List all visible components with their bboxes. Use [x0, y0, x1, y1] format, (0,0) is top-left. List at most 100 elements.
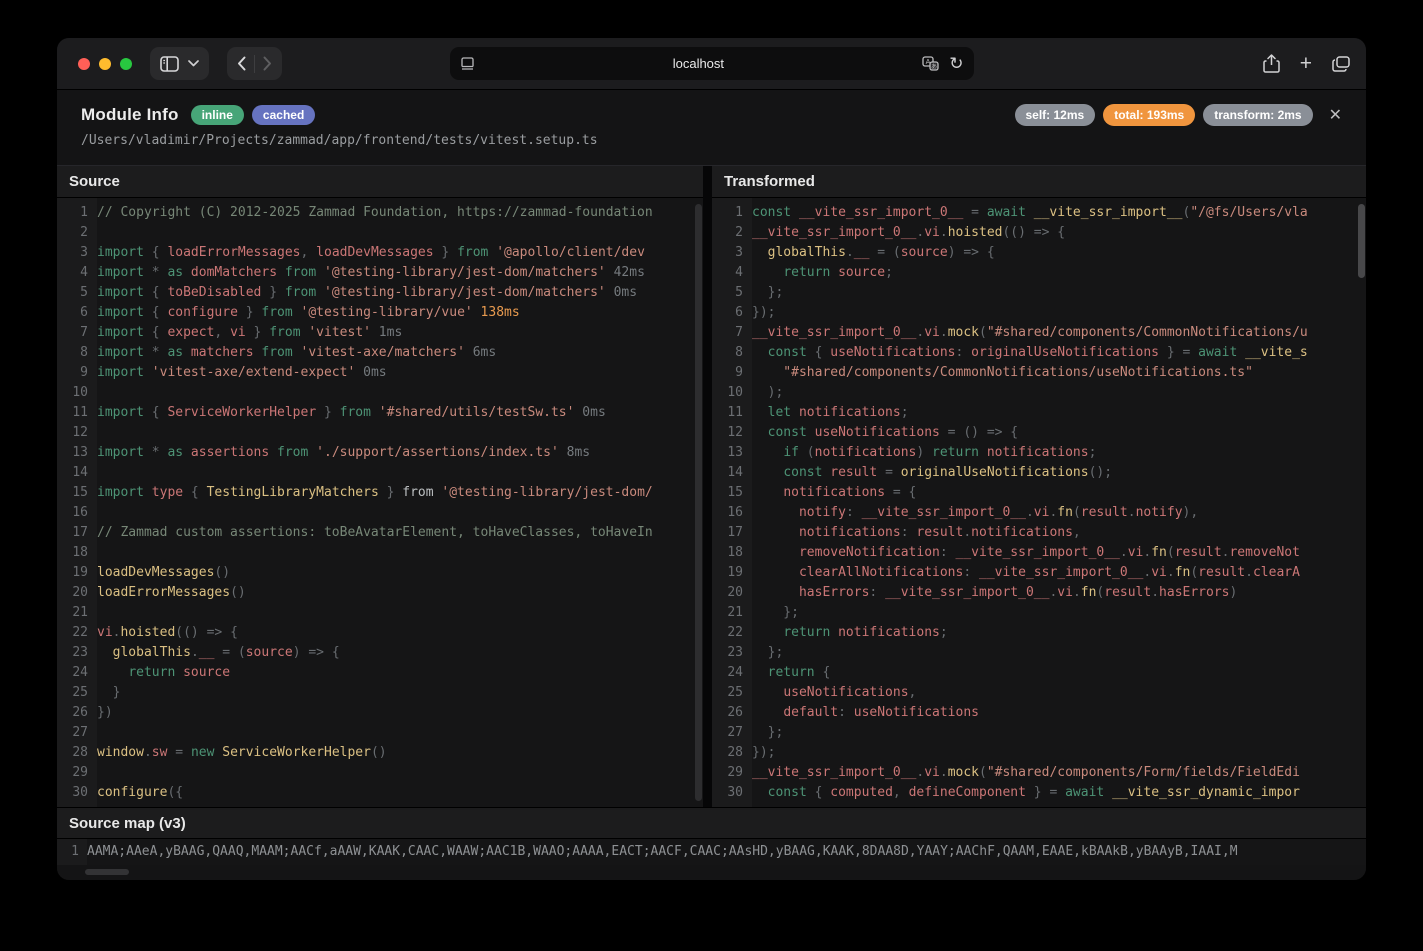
line-number: 22 [712, 623, 752, 643]
reload-button[interactable]: ↻ [949, 55, 963, 72]
share-button[interactable] [1263, 54, 1280, 73]
code-line: 3import { loadErrorMessages, loadDevMess… [57, 243, 703, 263]
sourcemap-section: Source map (v3) 1 AAMA;AAeA,yBAAG,QAAQ,M… [57, 807, 1366, 880]
code-line: 5import { toBeDisabled } from '@testing-… [57, 283, 703, 303]
code-line: 2__vite_ssr_import_0__.vi.hoisted(() => … [712, 223, 1366, 243]
chevron-down-icon [188, 60, 199, 67]
code-panels: Source 1// Copyright (C) 2012-2025 Zamma… [57, 166, 1366, 807]
reader-icon[interactable] [460, 57, 475, 70]
code-line: 3 globalThis.__ = (source) => { [712, 243, 1366, 263]
code-line: 17 notifications: result.notifications, [712, 523, 1366, 543]
line-number: 16 [57, 503, 97, 523]
line-number: 8 [712, 343, 752, 363]
line-number: 18 [57, 543, 97, 563]
line-number: 25 [57, 683, 97, 703]
code-line: 7__vite_ssr_import_0__.vi.mock("#shared/… [712, 323, 1366, 343]
back-button[interactable] [237, 56, 246, 71]
minimize-window-button[interactable] [99, 58, 111, 70]
code-line: 21 [57, 603, 703, 623]
line-number: 21 [712, 603, 752, 623]
code-line: 6import { configure } from '@testing-lib… [57, 303, 703, 323]
line-number: 4 [712, 263, 752, 283]
code-line: 21 }; [712, 603, 1366, 623]
module-info-header: Module Info inlinecached self: 12mstotal… [57, 90, 1366, 166]
url-bar[interactable]: localhost Aあ ↻ [450, 47, 974, 80]
nav-buttons [227, 47, 282, 80]
panel-divider[interactable] [703, 166, 712, 807]
code-line: 18 removeNotification: __vite_ssr_import… [712, 543, 1366, 563]
line-number: 29 [712, 763, 752, 783]
source-scrollbar[interactable] [695, 204, 702, 801]
line-number: 10 [712, 383, 752, 403]
code-line: 24 return { [712, 663, 1366, 683]
code-line: 1// Copyright (C) 2012-2025 Zammad Found… [57, 203, 703, 223]
line-number: 12 [57, 423, 97, 443]
line-number: 1 [712, 203, 752, 223]
line-number: 2 [57, 223, 97, 243]
line-number: 7 [712, 323, 752, 343]
code-line: 23 }; [712, 643, 1366, 663]
line-number: 17 [712, 523, 752, 543]
code-line: 17// Zammad custom assertions: toBeAvata… [57, 523, 703, 543]
line-number: 1 [57, 203, 97, 223]
line-number: 28 [712, 743, 752, 763]
line-number: 4 [57, 263, 97, 283]
code-line: 10 [57, 383, 703, 403]
line-number: 2 [712, 223, 752, 243]
transformed-code: 1const __vite_ssr_import_0__ = await __v… [712, 198, 1366, 807]
module-path: /Users/vladimir/Projects/zammad/app/fron… [81, 133, 1342, 148]
line-number: 27 [712, 723, 752, 743]
code-line: 8 const { useNotifications: originalUseN… [712, 343, 1366, 363]
sidebar-toggle-button[interactable] [150, 47, 209, 80]
line-number: 20 [712, 583, 752, 603]
code-line: 19 clearAllNotifications: __vite_ssr_imp… [712, 563, 1366, 583]
line-number: 5 [57, 283, 97, 303]
zoom-window-button[interactable] [120, 58, 132, 70]
code-line: 25 } [57, 683, 703, 703]
code-line: 14 [57, 463, 703, 483]
sourcemap-scrollbar[interactable] [85, 869, 129, 875]
line-number: 26 [712, 703, 752, 723]
code-line: 28window.sw = new ServiceWorkerHelper() [57, 743, 703, 763]
code-line: 13import * as assertions from './support… [57, 443, 703, 463]
code-line: 11 let notifications; [712, 403, 1366, 423]
translate-icon[interactable]: Aあ [922, 56, 939, 71]
transformed-scrollbar[interactable] [1358, 204, 1365, 278]
line-number: 24 [57, 663, 97, 683]
line-number: 24 [712, 663, 752, 683]
line-number: 6 [57, 303, 97, 323]
line-number: 23 [57, 643, 97, 663]
code-line: 2 [57, 223, 703, 243]
code-line: 7import { expect, vi } from 'vitest' 1ms [57, 323, 703, 343]
timing-chip: total: 193ms [1103, 104, 1195, 126]
line-number: 30 [712, 783, 752, 803]
url-text: localhost [475, 56, 923, 71]
code-line: 28}); [712, 743, 1366, 763]
line-number: 5 [712, 283, 752, 303]
code-line: 30 const { computed, defineComponent } =… [712, 783, 1366, 803]
close-button[interactable]: ✕ [1329, 105, 1342, 125]
line-number: 3 [712, 243, 752, 263]
line-number: 18 [712, 543, 752, 563]
line-number: 23 [712, 643, 752, 663]
code-line: 14 const result = originalUseNotificatio… [712, 463, 1366, 483]
new-tab-button[interactable]: + [1300, 53, 1312, 74]
line-number: 22 [57, 623, 97, 643]
code-line: 26}) [57, 703, 703, 723]
timing-chips: self: 12mstotal: 193mstransform: 2ms [1015, 104, 1313, 126]
timing-chip: self: 12ms [1015, 104, 1096, 126]
line-number: 17 [57, 523, 97, 543]
forward-button[interactable] [263, 56, 272, 71]
module-badges: inlinecached [191, 105, 316, 125]
line-number: 26 [57, 703, 97, 723]
line-number: 6 [712, 303, 752, 323]
code-line: 15import type { TestingLibraryMatchers }… [57, 483, 703, 503]
line-number: 15 [57, 483, 97, 503]
line-number: 11 [712, 403, 752, 423]
code-line: 12 [57, 423, 703, 443]
line-number: 3 [57, 243, 97, 263]
tabs-button[interactable] [1332, 56, 1350, 72]
code-line: 29 [57, 763, 703, 783]
close-window-button[interactable] [78, 58, 90, 70]
line-number: 29 [57, 763, 97, 783]
